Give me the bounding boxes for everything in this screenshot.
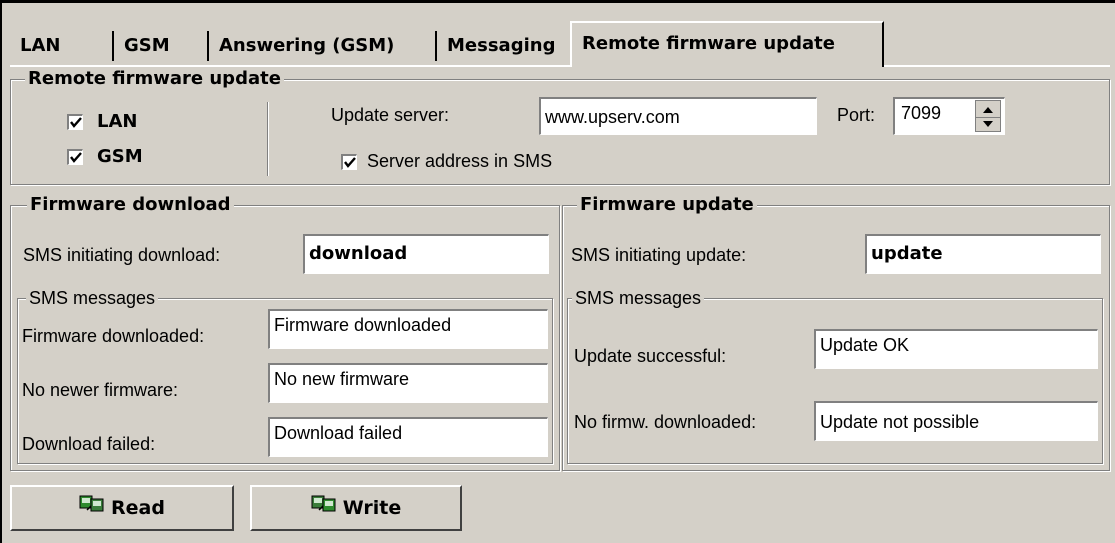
port-spinner[interactable] xyxy=(975,100,1001,132)
sms-initiating-download-label: SMS initiating download: xyxy=(23,245,221,265)
no-newer-firmware-label: No newer firmware: xyxy=(22,380,179,400)
no-newer-firmware-input[interactable]: No new firmware xyxy=(268,363,548,403)
tab-gsm[interactable]: GSM xyxy=(114,27,209,65)
firmware-update-group: Firmware update SMS initiating update: u… xyxy=(562,194,1110,471)
sms-initiating-download-input[interactable]: download xyxy=(303,234,549,274)
tab-label: Answering (GSM) xyxy=(219,35,395,56)
read-button[interactable]: Read xyxy=(10,485,234,531)
arrow-up-icon xyxy=(983,107,993,113)
tab-messaging[interactable]: Messaging xyxy=(437,27,570,65)
spin-down-button[interactable] xyxy=(976,117,1000,133)
read-button-label: Read xyxy=(111,497,165,519)
firmware-download-group: Firmware download SMS initiating downloa… xyxy=(10,194,560,471)
arrow-down-icon xyxy=(983,121,993,127)
tab-answering-gsm[interactable]: Answering (GSM) xyxy=(209,27,437,65)
tab-label: GSM xyxy=(124,35,170,56)
tab-remote-firmware-update[interactable]: Remote firmware update xyxy=(570,21,884,67)
no-firmware-downloaded-label: No firmw. downloaded: xyxy=(574,412,757,432)
firmware-download-title: Firmware download xyxy=(27,194,234,216)
firmware-downloaded-input[interactable]: Firmware downloaded xyxy=(268,309,548,349)
remote-separator xyxy=(267,102,268,176)
write-device-icon xyxy=(311,486,337,528)
server-address-sms-checkbox[interactable] xyxy=(341,154,357,170)
tab-label: Remote firmware update xyxy=(582,33,835,54)
update-server-input[interactable]: www.upserv.com xyxy=(539,97,817,135)
download-failed-input[interactable]: Download failed xyxy=(268,417,548,457)
sms-initiating-update-input[interactable]: update xyxy=(865,234,1101,274)
lan-checkbox-label: LAN xyxy=(97,111,138,132)
no-firmware-downloaded-input[interactable]: Update not possible xyxy=(814,401,1098,441)
port-value: 7099 xyxy=(901,103,942,123)
spin-up-button[interactable] xyxy=(976,101,1000,118)
download-sms-messages-group: SMS messages Firmware downloaded: Firmwa… xyxy=(17,287,553,464)
firmware-update-title: Firmware update xyxy=(577,194,757,216)
tab-baseline xyxy=(10,65,1110,67)
gsm-checkbox[interactable] xyxy=(67,149,83,165)
port-label: Port: xyxy=(837,105,876,125)
gsm-checkbox-label: GSM xyxy=(97,146,143,167)
lan-checkbox[interactable] xyxy=(67,114,83,130)
tab-lan[interactable]: LAN xyxy=(10,27,114,65)
read-device-icon xyxy=(79,486,105,528)
remote-update-title: Remote firmware update xyxy=(25,68,284,90)
download-sms-messages-title: SMS messages xyxy=(26,287,159,309)
write-button-label: Write xyxy=(342,497,402,519)
update-sms-messages-title: SMS messages xyxy=(572,287,705,309)
update-successful-label: Update successful: xyxy=(574,346,727,366)
update-sms-messages-group: SMS messages Update successful: Update O… xyxy=(567,287,1103,464)
firmware-downloaded-label: Firmware downloaded: xyxy=(22,326,205,346)
update-successful-input[interactable]: Update OK xyxy=(814,329,1098,369)
sms-initiating-update-label: SMS initiating update: xyxy=(571,245,747,265)
remote-update-group: Remote firmware update LAN GSM Update se… xyxy=(10,68,1110,185)
update-server-label: Update server: xyxy=(331,105,450,125)
server-address-sms-label: Server address in SMS xyxy=(367,151,553,171)
write-button[interactable]: Write xyxy=(250,485,462,531)
download-failed-label: Download failed: xyxy=(22,434,156,454)
tab-label: Messaging xyxy=(447,35,556,56)
tab-strip: LAN GSM Answering (GSM) Messaging Remote… xyxy=(10,21,1110,67)
tab-label: LAN xyxy=(20,35,61,56)
settings-dialog: LAN GSM Answering (GSM) Messaging Remote… xyxy=(2,3,1115,543)
